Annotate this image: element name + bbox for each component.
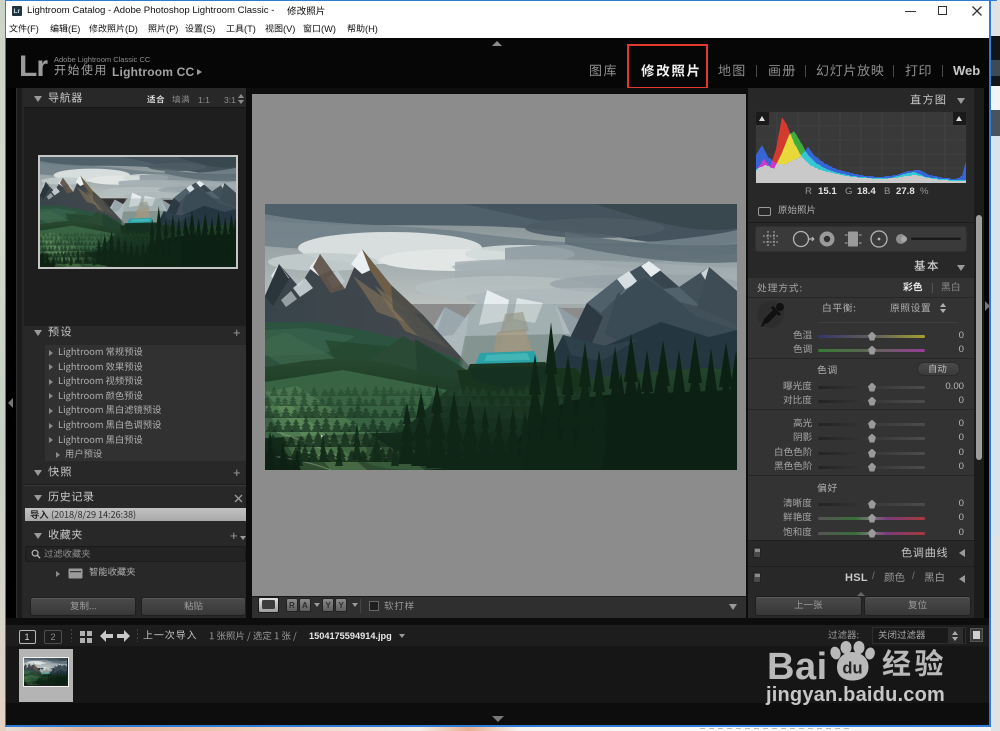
svg-text:du: du [842, 660, 862, 678]
